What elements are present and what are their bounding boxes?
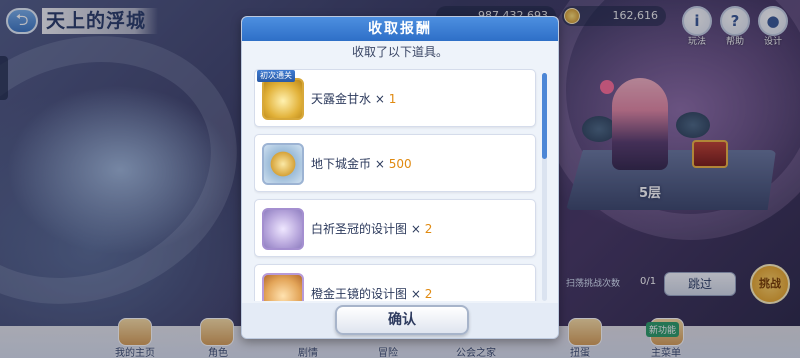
crown-blueprint-icon[interactable] xyxy=(262,208,304,250)
item-quantity: 500 xyxy=(388,157,412,171)
dialog-title: 收取报酬 xyxy=(242,17,558,41)
reward-list[interactable]: 初次通关 天露金甘水 × 1 地下城金币 × 500 白祈圣冠的设计图 × 2 … xyxy=(254,69,542,301)
first-clear-badge: 初次通关 xyxy=(257,70,295,82)
item-quantity: 1 xyxy=(388,92,397,106)
item-name-text: 白祈圣冠的设计图 xyxy=(311,222,408,236)
item-quantity: 2 xyxy=(424,222,433,236)
golden-nectar-icon[interactable] xyxy=(262,78,304,120)
item-multiplier: × xyxy=(371,157,389,171)
list-item: 地下城金币 × 500 xyxy=(254,134,536,192)
list-scrollbar[interactable] xyxy=(542,73,547,301)
list-item: 初次通关 天露金甘水 × 1 xyxy=(254,69,536,127)
dungeon-coin-icon[interactable] xyxy=(262,143,304,185)
dialog-subtitle: 收取了以下道具。 xyxy=(351,45,448,59)
item-name-text: 天露金甘水 xyxy=(311,92,372,106)
item-name: 橙金王镜的设计图 × 2 xyxy=(311,285,432,301)
item-quantity: 2 xyxy=(424,287,433,301)
item-multiplier: × xyxy=(407,222,425,236)
item-multiplier: × xyxy=(371,92,389,106)
reward-dialog: 收取报酬 收取了以下道具。 初次通关 天露金甘水 × 1 地下城金币 × 500… xyxy=(241,16,559,339)
item-name-text: 地下城金币 xyxy=(311,157,372,171)
blueprint-icon[interactable] xyxy=(262,273,304,301)
scrollbar-thumb[interactable] xyxy=(542,73,547,159)
item-name: 白祈圣冠的设计图 × 2 xyxy=(311,220,432,237)
confirm-button[interactable]: 确认 xyxy=(335,305,469,335)
list-item: 橙金王镜的设计图 × 2 xyxy=(254,264,536,301)
item-name: 地下城金币 × 500 xyxy=(311,155,412,172)
item-name-text: 橙金王镜的设计图 xyxy=(311,287,408,301)
item-multiplier: × xyxy=(407,287,425,301)
item-name: 天露金甘水 × 1 xyxy=(311,90,396,107)
list-item: 白祈圣冠的设计图 × 2 xyxy=(254,199,536,257)
